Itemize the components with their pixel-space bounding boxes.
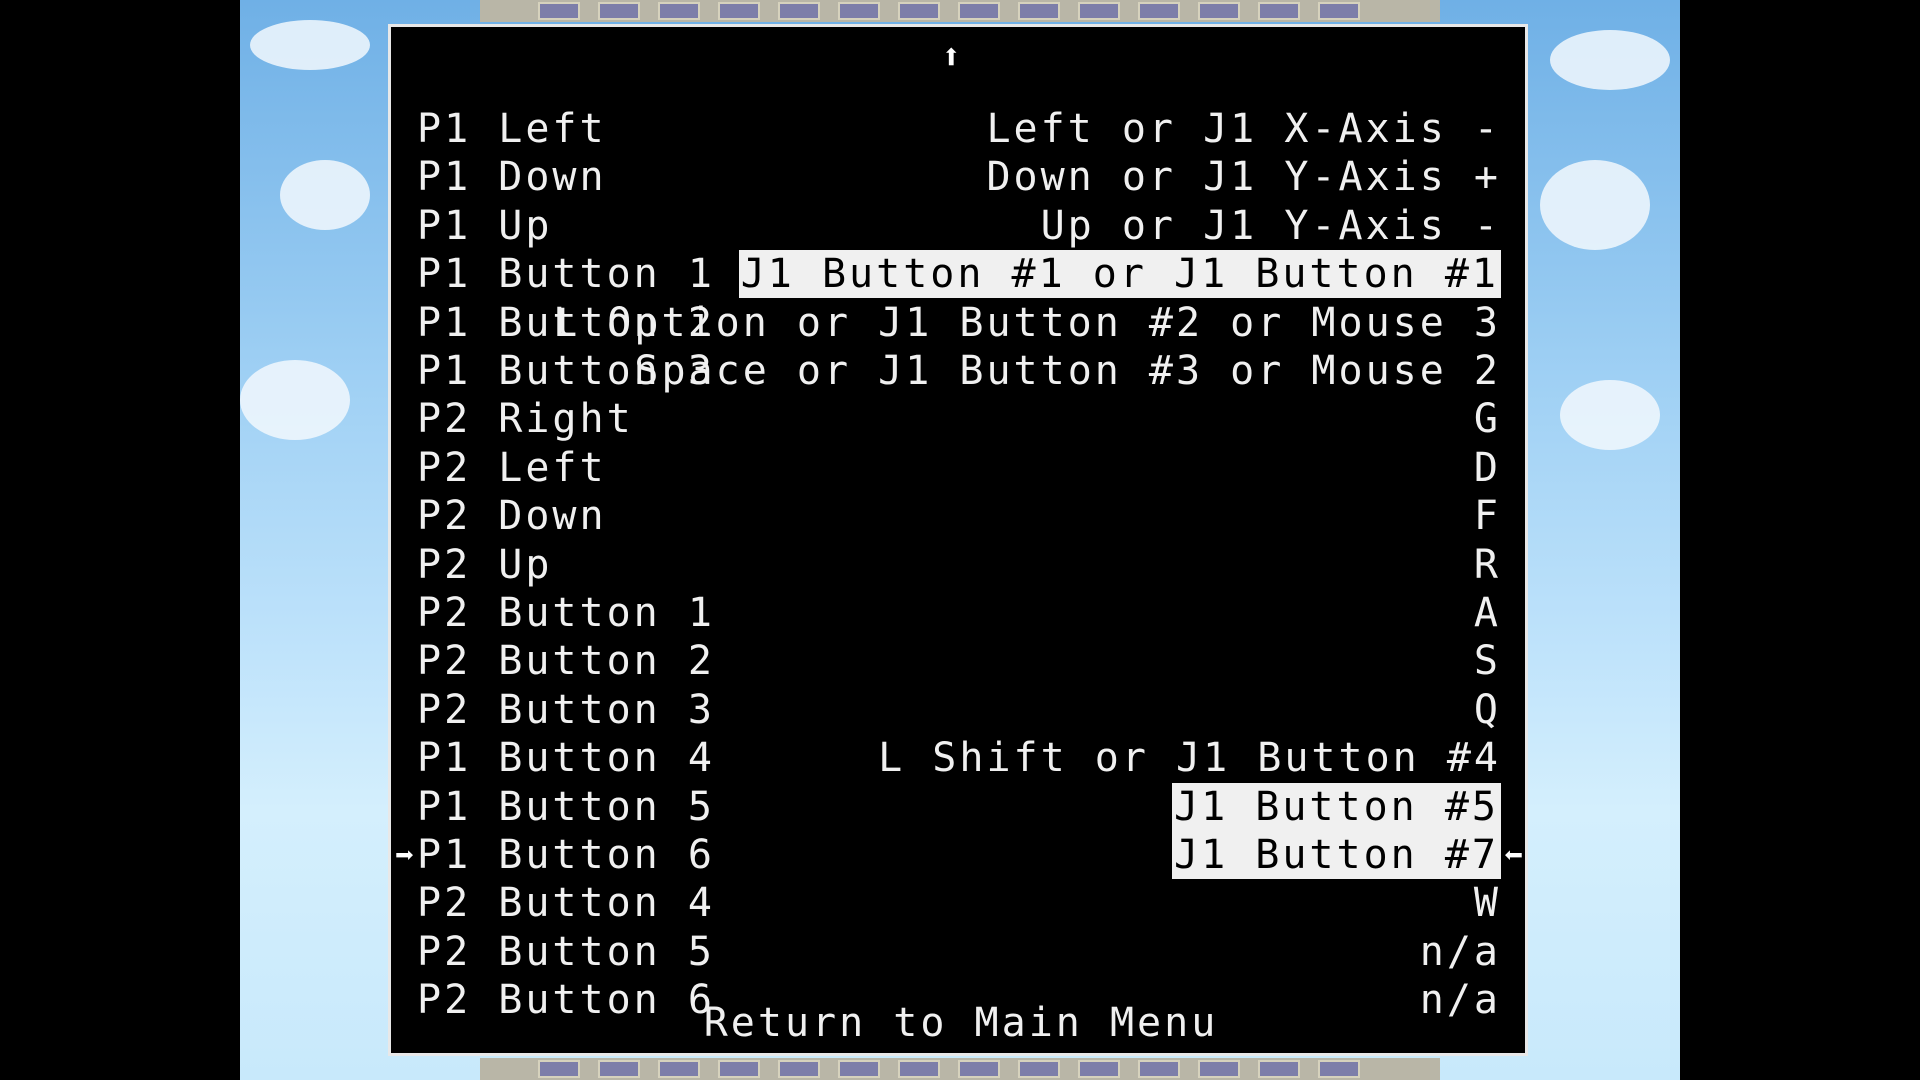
bottom-tile-strip	[480, 1058, 1440, 1080]
strip-tile	[958, 2, 1000, 20]
binding-keys-value[interactable]: Up or J1 Y-Axis -	[1041, 202, 1501, 250]
binding-action-label: P2 Left	[417, 444, 607, 491]
cloud-decoration	[1540, 160, 1650, 250]
strip-tile	[1258, 1060, 1300, 1078]
cursor-left-arrow-icon: ⬅	[1503, 836, 1523, 874]
strip-tile	[598, 1060, 640, 1078]
binding-action-label: P2 Button 3	[417, 686, 715, 733]
strip-tile	[658, 2, 700, 20]
strip-tile	[1258, 2, 1300, 20]
binding-row[interactable]: ➡ P1 Button 6 J1 Button #7 ⬅	[391, 831, 1531, 879]
strip-tile	[958, 1060, 1000, 1078]
strip-tile	[718, 2, 760, 20]
strip-tile	[1318, 1060, 1360, 1078]
binding-keys-value[interactable]: J1 Button #5	[1172, 782, 1501, 831]
strip-tile	[1198, 2, 1240, 20]
return-to-main-menu-button[interactable]: Return to Main Menu	[391, 999, 1531, 1047]
strip-tile	[1318, 2, 1360, 20]
binding-keys-value[interactable]: S	[1474, 637, 1501, 685]
strip-tile	[1198, 1060, 1240, 1078]
cloud-decoration	[280, 160, 370, 230]
top-tile-strip	[480, 0, 1440, 22]
cloud-decoration	[240, 360, 350, 440]
game-viewport: ⬆ P1 Left Left or J1 X-Axis - P1 Down Down …	[240, 0, 1680, 1080]
cloud-decoration	[1550, 30, 1670, 90]
binding-action-label: P2 Down	[417, 493, 607, 540]
cloud-decoration	[250, 20, 370, 70]
binding-keys-value[interactable]: D	[1474, 444, 1501, 492]
strip-tile	[1018, 1060, 1060, 1078]
strip-tile	[1138, 2, 1180, 20]
binding-keys-value[interactable]: J1 Button #7	[1172, 831, 1501, 879]
strip-tile	[598, 2, 640, 20]
binding-keys-value[interactable]: L Shift or J1 Button #4	[878, 734, 1501, 782]
cloud-decoration	[1560, 380, 1660, 450]
strip-tile	[658, 1060, 700, 1078]
binding-row[interactable]: P1 Button 5 J1 Button #5	[391, 782, 1531, 831]
binding-row[interactable]: P1 Button 3 Space or J1 Button #3 or Mous…	[391, 347, 1531, 395]
binding-action-label: P1 Up	[417, 202, 553, 249]
screen: ⬆ P1 Left Left or J1 X-Axis - P1 Down Down …	[0, 0, 1920, 1080]
binding-action-label: P2 Button 5	[417, 928, 715, 975]
binding-row[interactable]: P2 Button 1 A	[391, 589, 1531, 637]
strip-tile	[538, 2, 580, 20]
strip-tile	[1078, 2, 1120, 20]
binding-row[interactable]: P2 Button 4 W	[391, 879, 1531, 927]
strip-tile	[898, 1060, 940, 1078]
strip-tile	[838, 2, 880, 20]
key-config-panel: ⬆ P1 Left Left or J1 X-Axis - P1 Down Down …	[388, 24, 1528, 1056]
binding-row[interactable]: P1 Button 1 J1 Button #1 or J1 Button #1	[391, 250, 1531, 299]
strip-tile	[838, 1060, 880, 1078]
binding-row[interactable]: P1 Button 2L Option or J1 Button #2 or M…	[391, 299, 1531, 347]
strip-tile	[778, 2, 820, 20]
binding-action-label: P1 Button 5	[417, 783, 715, 830]
cursor-right-arrow-icon: ➡	[395, 836, 415, 874]
binding-row[interactable]: P2 Button 3 Q	[391, 686, 1531, 734]
binding-action-label: P2 Up	[417, 541, 553, 588]
binding-action-label: P2 Button 1	[417, 590, 715, 636]
binding-keys-value[interactable]: J1 Button #1 or J1 Button #1	[738, 250, 1501, 299]
binding-row[interactable]: P1 Up Up or J1 Y-Axis -	[391, 202, 1531, 250]
strip-tile	[718, 1060, 760, 1078]
strip-tile	[898, 2, 940, 20]
binding-action-label: P1 Down	[417, 154, 607, 201]
binding-row[interactable]: P2 Left D	[391, 444, 1531, 492]
binding-action-label: P1 Button 1	[417, 251, 715, 298]
strip-tile	[538, 1060, 580, 1078]
binding-row[interactable]: P2 Down F	[391, 492, 1531, 540]
binding-row[interactable]: P2 Up R	[391, 541, 1531, 589]
binding-keys-value[interactable]: F	[1474, 492, 1501, 540]
binding-keys-value[interactable]: R	[1474, 541, 1501, 589]
binding-keys-value[interactable]: Space or J1 Button #3 or Mouse 2	[634, 347, 1501, 395]
scroll-up-arrow-icon[interactable]: ⬆	[941, 37, 961, 77]
binding-row[interactable]: P1 Left Left or J1 X-Axis -	[391, 105, 1531, 153]
binding-keys-value[interactable]: W	[1474, 879, 1501, 927]
binding-action-label: P1 Left	[417, 106, 607, 152]
binding-row[interactable]: P2 Button 5 n/a	[391, 928, 1531, 976]
binding-action-label: P2 Right	[417, 396, 634, 443]
binding-row[interactable]: P2 Right G	[391, 395, 1531, 443]
binding-keys-value[interactable]: n/a	[1420, 928, 1501, 976]
binding-row[interactable]: P1 Down Down or J1 Y-Axis +	[391, 153, 1531, 201]
strip-tile	[778, 1060, 820, 1078]
binding-row[interactable]: P2 Button 2 S	[391, 637, 1531, 685]
binding-keys-value[interactable]: Q	[1474, 686, 1501, 734]
binding-action-label: P2 Button 4	[417, 880, 715, 927]
binding-keys-value[interactable]: A	[1474, 589, 1501, 637]
binding-action-label: P1 Button 6	[417, 832, 715, 878]
binding-keys-value[interactable]: Down or J1 Y-Axis +	[986, 153, 1501, 201]
binding-keys-value[interactable]: L Option or J1 Button #2 or Mouse 3	[553, 299, 1501, 347]
binding-action-label: P2 Button 2	[417, 638, 715, 685]
binding-action-label: P1 Button 4	[417, 735, 715, 782]
strip-tile	[1138, 1060, 1180, 1078]
binding-row[interactable]: P1 Button 4 L Shift or J1 Button #4	[391, 734, 1531, 782]
strip-tile	[1078, 1060, 1120, 1078]
strip-tile	[1018, 2, 1060, 20]
binding-keys-value[interactable]: G	[1474, 395, 1501, 443]
binding-keys-value[interactable]: Left or J1 X-Axis -	[986, 105, 1501, 153]
